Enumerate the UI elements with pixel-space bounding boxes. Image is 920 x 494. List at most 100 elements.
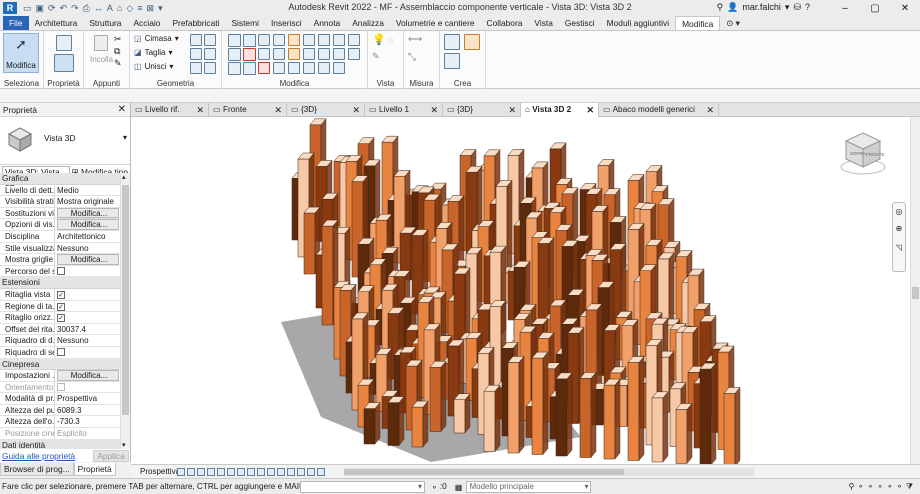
analysis-icon[interactable] (297, 467, 305, 476)
chevron-down-icon[interactable]: ▾ (785, 2, 790, 13)
property-value[interactable]: Esplicito (55, 428, 121, 439)
type-properties-icon[interactable] (56, 35, 72, 51)
cope-tool[interactable]: ◲ Cimasa ▾ (134, 34, 179, 43)
zoom-icon[interactable]: ⊕ (893, 224, 905, 233)
paste-label[interactable]: Incolla (90, 55, 113, 64)
view-tab[interactable]: ▭ Abaco modelli generici ✕ (599, 103, 719, 117)
vertical-component[interactable] (579, 371, 597, 459)
revit-logo[interactable]: R (3, 2, 17, 14)
create-assembly-icon[interactable] (444, 53, 460, 69)
vertical-component[interactable] (603, 378, 621, 460)
search-icon[interactable]: ⚲ (717, 2, 724, 13)
ribbon-tab[interactable]: Moduli aggiuntivi (601, 16, 675, 30)
vertical-component[interactable] (507, 355, 525, 454)
close-icon[interactable]: ✕ (430, 103, 438, 117)
property-edit-button[interactable]: Modifica... (57, 254, 119, 265)
cut-tool[interactable]: ◪ Taglia ▾ (134, 48, 172, 57)
user-icon[interactable]: 👤 (727, 2, 738, 13)
ribbon-tab[interactable]: Struttura (83, 16, 127, 30)
property-edit-button[interactable]: Modifica... (57, 207, 119, 219)
thin-lines-icon[interactable]: ≡ (137, 3, 142, 14)
copy-icon[interactable]: ⧉ (114, 46, 120, 57)
switch-windows-icon[interactable]: ▾ (158, 3, 163, 14)
close-button[interactable]: ✕ (890, 0, 920, 16)
scroll-up-icon[interactable]: ▴ (122, 173, 126, 181)
modify-tool-icon[interactable] (258, 48, 270, 60)
vertical-component[interactable] (429, 360, 447, 433)
vertical-component[interactable] (387, 395, 405, 447)
ribbon-tab[interactable]: Sistemi (225, 16, 264, 30)
modify-tool-icon[interactable] (258, 62, 270, 74)
undo-icon[interactable]: ↶ (60, 3, 68, 14)
redo-icon[interactable]: ↷ (71, 3, 79, 14)
vertical-component[interactable] (651, 391, 669, 463)
cart-icon[interactable]: ⛁ (793, 2, 801, 13)
geometry-tool-icon[interactable] (190, 48, 202, 60)
property-checkbox[interactable] (57, 266, 65, 275)
worksharing-icon[interactable] (287, 467, 295, 476)
viewcube-face-top[interactable]: SOPRA (850, 151, 866, 156)
lock-view-icon[interactable] (247, 467, 255, 476)
scroll-down-icon[interactable]: ▾ (122, 441, 126, 449)
detail-level-icon[interactable] (177, 467, 185, 476)
view-tab[interactable]: ⌂ Vista 3D 2 ✕ (521, 103, 599, 117)
close-icon[interactable]: ✕ (352, 103, 360, 117)
highlight-icon[interactable] (317, 467, 325, 476)
modify-tool-icon[interactable] (303, 34, 315, 46)
tab-properties[interactable]: Proprietà (73, 463, 116, 476)
modify-tool-icon[interactable] (333, 62, 345, 74)
view-tab[interactable]: ▭ Livello rif. ✕ (131, 103, 209, 117)
save-icon[interactable]: ▣ (36, 3, 45, 14)
vertical-component[interactable] (363, 401, 381, 445)
close-icon[interactable]: ✕ (274, 103, 282, 117)
section-icon[interactable]: ◇ (126, 3, 133, 14)
paste-icon[interactable] (94, 35, 108, 51)
join-tool[interactable]: ◫ Unisci ▾ (134, 62, 173, 71)
worksets-icon[interactable]: ⚬ (431, 482, 438, 492)
3d-view-canvas[interactable]: SOPRA FRONTE ◎ ⊕ ◹ (131, 117, 910, 464)
user-name[interactable]: mar.falchi (742, 2, 781, 13)
modify-tool-icon[interactable] (243, 62, 256, 75)
print-icon[interactable]: ⎙ (83, 3, 90, 14)
eraser-icon[interactable]: ✎ (372, 51, 380, 62)
close-icon[interactable]: ✕ (118, 103, 126, 117)
vertical-component[interactable] (723, 386, 741, 464)
modify-tool-icon[interactable] (228, 62, 241, 75)
ribbon-tab[interactable]: Architettura (29, 16, 84, 30)
ribbon-tab[interactable]: File (3, 16, 29, 30)
apply-button[interactable]: Applica (93, 449, 129, 462)
modify-tool-icon[interactable] (348, 48, 360, 60)
match-icon[interactable]: ✎ (114, 58, 122, 69)
property-section-header[interactable]: Estensioni (0, 277, 121, 289)
ribbon-tab[interactable]: Acciaio (127, 16, 166, 30)
view-tab[interactable]: ▭ {3D} ✕ (287, 103, 365, 117)
property-section-header[interactable]: Cinepresa (0, 358, 121, 371)
horizontal-scrollbar[interactable] (344, 468, 754, 476)
property-value[interactable]: Architettonico (55, 231, 121, 242)
view-scrollbar[interactable] (910, 117, 920, 464)
modify-tool-icon[interactable] (318, 34, 330, 46)
vertical-component[interactable] (627, 355, 645, 462)
view-mode-label[interactable]: Prospettiva (131, 467, 180, 476)
design-option-select[interactable]: Modello principale ▾ (466, 480, 592, 493)
modify-tool-icon[interactable] (243, 34, 256, 47)
properties-help-link[interactable]: Guida alle proprietà (2, 451, 75, 461)
close-icon[interactable]: ✕ (706, 103, 714, 117)
geometry-tool-icon[interactable] (204, 62, 216, 74)
property-value[interactable]: 6089.3 (55, 405, 121, 416)
vertical-component[interactable] (675, 402, 693, 464)
modify-tool-icon[interactable] (258, 34, 270, 46)
3d-view-icon[interactable]: ⌂ (117, 3, 122, 14)
create-parts-icon[interactable] (464, 34, 480, 50)
property-edit-button[interactable]: Modifica... (57, 370, 119, 381)
vertical-component[interactable] (453, 393, 471, 434)
show-crop-icon[interactable] (237, 467, 245, 476)
modify-tool-icon[interactable] (273, 34, 285, 46)
modify-tool-icon[interactable] (288, 34, 300, 46)
modify-tool-icon[interactable] (303, 62, 315, 74)
property-checkbox[interactable]: ✓ (57, 314, 65, 323)
maximize-button[interactable]: ▢ (860, 0, 890, 16)
modify-tool-icon[interactable] (318, 62, 330, 74)
property-checkbox[interactable]: ✓ (57, 290, 65, 299)
view-tab[interactable]: ▭ Livello 1 ✕ (365, 103, 443, 117)
